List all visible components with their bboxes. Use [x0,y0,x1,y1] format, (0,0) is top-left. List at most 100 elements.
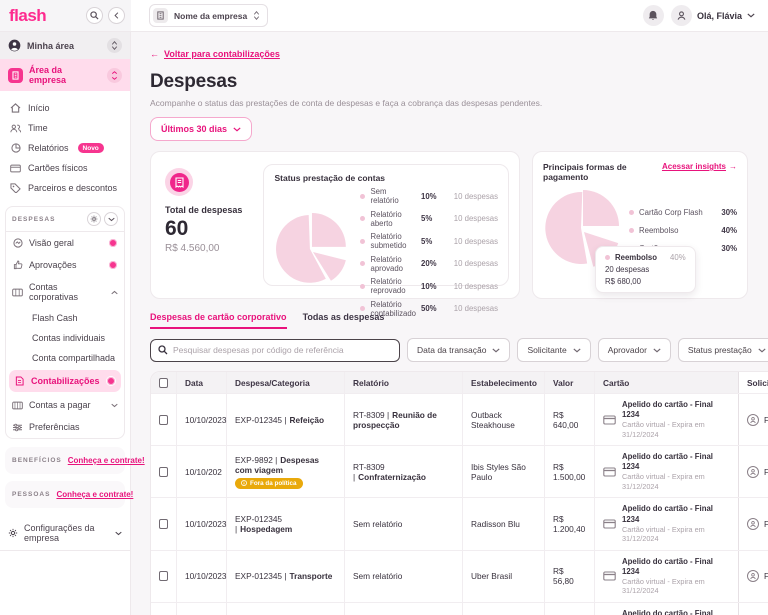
policy-badge: Fora da política [235,477,303,489]
row-checkbox[interactable] [159,571,168,582]
company-name-label: Nome da empresa [174,10,248,21]
filter-data-transacao[interactable]: Data da transação [407,338,511,362]
insights-link[interactable]: Acessar insights → [662,162,737,171]
nav-label: Parceiros e descontos [28,183,118,193]
avatar-icon [747,518,759,531]
expenses-settings-button[interactable] [87,212,101,226]
sidebar-item-contas-individuais[interactable]: Contas individuais [6,328,124,348]
row-checkbox[interactable] [159,414,168,425]
sidebar-item-aprovacoes[interactable]: Aprovações [6,254,124,276]
avatar [670,5,692,26]
overview-icon [12,238,23,248]
document-icon [14,376,25,386]
status-chart-title: Status prestação de contas [274,173,386,183]
sidebar-item-company-area[interactable]: Área da empresa [0,59,130,91]
nav-label: Contas corporativas [29,282,79,302]
legend-dot [360,216,366,221]
chevron-down-icon [492,347,501,353]
expenses-table: Data Despesa/Categoria Relatório Estabel… [150,371,768,615]
total-expenses-label: Total de despesas [165,205,243,215]
column-header: Solicitante [738,372,768,393]
collapse-icon[interactable] [107,67,122,83]
select-all-checkbox[interactable] [159,377,168,388]
filter-aprovador[interactable]: Aprovador [597,338,671,362]
gear-icon [8,528,18,538]
company-area-label: Área da empresa [29,65,67,85]
card-icon [603,571,616,581]
legend-dot [360,283,366,289]
sidebar-item-preferencias[interactable]: Preferências [6,416,124,438]
search-button[interactable] [86,7,103,24]
status-pie-chart [276,213,347,284]
column-header: Estabelecimento [463,372,545,393]
sidebar-item-inicio[interactable]: Início [4,98,126,118]
sidebar-item-flash-cash[interactable]: Flash Cash [6,308,124,328]
back-link[interactable]: ← Voltar para contabilizações [150,49,280,59]
tab-despesas-cartao-corporativo[interactable]: Despesas de cartão corporativo [150,312,287,329]
topbar-right: Olá, Flávia [642,5,768,26]
chevron-down-icon [107,217,115,222]
payment-methods-card: Principais formas de pagamento Acessar i… [532,151,748,299]
thumbs-up-icon [12,260,23,270]
card-icon [10,164,21,173]
sidebar-item-my-area[interactable]: Minha área [0,32,130,59]
sidebar-item-contas-corporativas[interactable]: Contas corporativas [6,276,124,308]
main-content: ← Voltar para contabilizações Despesas A… [132,32,768,615]
chevron-left-icon [113,12,120,19]
sidebar-item-time[interactable]: Time [4,118,126,138]
sidebar-item-parceiros[interactable]: Parceiros e descontos [4,178,126,198]
sidebar-item-configuracoes[interactable]: Configurações da empresa [0,516,130,551]
user-menu[interactable]: Olá, Flávia [670,5,755,26]
company-selector[interactable]: Nome da empresa [149,4,269,27]
period-filter-label: Últimos 30 dias [161,124,228,134]
pie-slice [545,191,588,264]
switch-area-icon[interactable] [107,38,122,53]
sidebar-item-cartoes-fisicos[interactable]: Cartões físicos [4,158,126,178]
legend-dot [360,261,366,266]
info-icon [241,480,247,487]
expenses-section-title: DESPESAS [12,215,56,223]
nav-label: Relatórios [28,143,69,153]
filter-status-prestacao[interactable]: Status prestação [677,338,768,362]
sliders-icon [12,423,23,432]
status-chart-card: Status prestação de contas Sem relatório… [263,164,509,318]
chevron-down-icon [111,403,118,408]
collapse-sidebar-button[interactable] [108,7,125,24]
sidebar-item-contas-a-pagar[interactable]: Contas a pagar [6,394,124,416]
sidebar-item-contabilizacoes[interactable]: Contabilizações [9,370,121,392]
sidebar-item-relatorios[interactable]: Relatórios Novo [4,138,126,158]
topbar: flash Nome da empresa Olá, Flávia [0,0,768,32]
promo-link[interactable]: Conheça e contrate! [56,490,133,499]
period-filter-button[interactable]: Últimos 30 dias [150,117,253,141]
gear-icon [90,215,98,223]
row-checkbox[interactable] [159,466,168,477]
page-subtitle: Acompanhe o status das prestações de con… [150,98,543,108]
promo-pessoas: PESSOAS Conheça e contrate! [5,481,133,508]
nav-label: Contas a pagar [29,400,91,410]
search-input[interactable] [173,345,392,355]
legend-item: Relatório reprovado 10% 10 despesas [360,277,498,295]
column-header: Cartão [595,372,739,393]
sidebar-item-conta-compartilhada[interactable]: Conta compartilhada [6,348,124,368]
row-checkbox[interactable] [159,519,168,530]
tab-todas-as-despesas[interactable]: Todas as despesas [303,312,385,329]
nav-label: Contabilizações [31,376,100,386]
sidebar: Minha área Área da empresa Início Time R… [0,32,145,615]
nav-label: Preferências [29,422,80,432]
column-header: Relatório [345,372,463,393]
filter-row: Data da transação Solicitante Aprovador … [150,338,768,362]
promo-title: PESSOAS [12,491,51,498]
filter-solicitante[interactable]: Solicitante [517,338,591,362]
status-legend: Sem relatório 10% 10 despesas Relatório ab… [360,187,498,318]
expenses-collapse-button[interactable] [104,212,118,226]
nav-label: Início [28,103,50,113]
count-badge [108,260,118,270]
nav-label: Configurações da empresa [24,523,95,543]
legend-dot [629,227,634,233]
chevron-down-icon [573,347,581,353]
card-icon [603,519,616,529]
legend-dot [360,238,366,244]
search-icon [158,345,168,355]
sidebar-item-visao-geral[interactable]: Visão geral [6,232,124,254]
notifications-button[interactable] [642,5,664,26]
